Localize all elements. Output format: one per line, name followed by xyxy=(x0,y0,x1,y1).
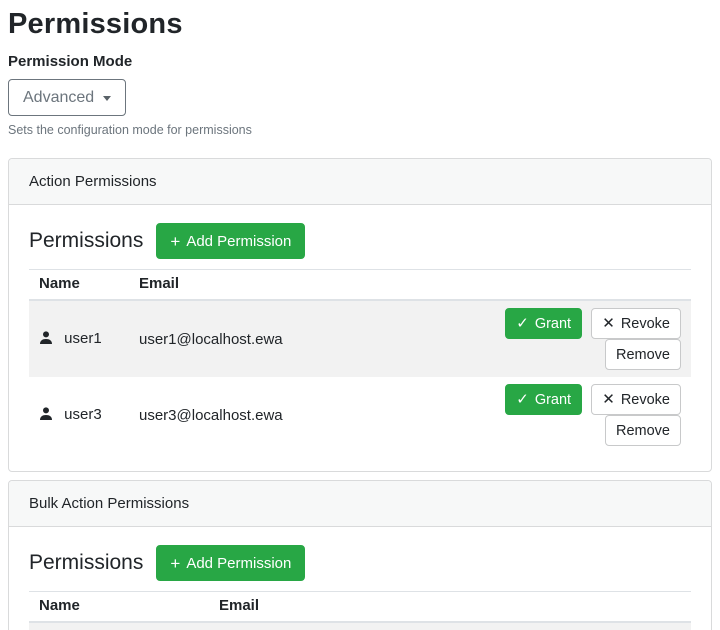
table-row: Test Group ✓Grant ✕Revoke Remove xyxy=(29,622,691,630)
permissions-page: Permissions Permission Mode Advanced Set… xyxy=(8,8,712,630)
grant-button[interactable]: ✓ Grant xyxy=(505,384,582,415)
column-header-name: Name xyxy=(29,270,129,301)
grant-label: Grant xyxy=(535,392,571,408)
remove-button[interactable]: Remove xyxy=(605,415,681,446)
page-title: Permissions xyxy=(8,8,712,41)
add-permission-button[interactable]: + Add Permission xyxy=(156,223,305,259)
user-icon xyxy=(39,331,53,349)
permission-mode-label: Permission Mode xyxy=(8,53,712,70)
remove-label: Remove xyxy=(616,423,670,439)
revoke-button[interactable]: ✕ Revoke xyxy=(591,384,681,415)
card-header: Bulk Action Permissions xyxy=(9,481,711,527)
grant-button[interactable]: ✓ Grant xyxy=(505,308,582,339)
table-row: user1 user1@localhost.ewa ✓ Grant ✕ Revoke… xyxy=(29,300,691,377)
x-icon: ✕ xyxy=(602,316,615,331)
row-email: user1@localhost.ewa xyxy=(129,300,451,377)
row-name: user3 xyxy=(64,406,102,423)
section-head: Permissions + Add Permission xyxy=(29,223,691,259)
bulk-action-permissions-card: Bulk Action Permissions Permissions + Ad… xyxy=(8,480,712,630)
section-head: Permissions + Add Permission xyxy=(29,545,691,581)
plus-icon: + xyxy=(170,233,180,250)
add-permission-label: Add Permission xyxy=(186,233,291,250)
remove-label: Remove xyxy=(616,347,670,363)
section-title: Permissions xyxy=(29,551,143,575)
row-email: user3@localhost.ewa xyxy=(129,377,451,453)
user-icon xyxy=(39,407,53,425)
plus-icon: + xyxy=(170,555,180,572)
add-permission-button[interactable]: + Add Permission xyxy=(156,545,305,581)
revoke-label: Revoke xyxy=(621,392,670,408)
permission-mode-dropdown[interactable]: Advanced xyxy=(8,79,126,116)
column-header-actions xyxy=(451,270,691,301)
permission-mode-value: Advanced xyxy=(23,89,94,107)
check-icon: ✓ xyxy=(516,392,529,407)
card-body: Permissions + Add Permission Name Email xyxy=(9,527,711,630)
column-header-email: Email xyxy=(209,592,451,623)
table-header-row: Name Email xyxy=(29,592,691,623)
revoke-label: Revoke xyxy=(621,316,670,332)
row-email xyxy=(209,622,451,630)
permission-mode-field: Permission Mode Advanced Sets the config… xyxy=(8,53,712,137)
card-body: Permissions + Add Permission Name Email xyxy=(9,205,711,471)
section-title: Permissions xyxy=(29,229,143,253)
caret-down-icon xyxy=(103,96,111,101)
row-name: user1 xyxy=(64,330,102,347)
permission-mode-help: Sets the configuration mode for permissi… xyxy=(8,123,712,137)
check-icon: ✓ xyxy=(516,316,529,331)
card-header: Action Permissions xyxy=(9,159,711,205)
action-permissions-card: Action Permissions Permissions + Add Per… xyxy=(8,158,712,472)
column-header-actions xyxy=(451,592,691,623)
action-permissions-table: Name Email user1 user1@localhost.ewa xyxy=(29,269,691,453)
table-row: user3 user3@localhost.ewa ✓ Grant ✕ Revoke… xyxy=(29,377,691,453)
bulk-action-permissions-table: Name Email Test Group xyxy=(29,591,691,630)
remove-button[interactable]: Remove xyxy=(605,339,681,370)
revoke-button[interactable]: ✕ Revoke xyxy=(591,308,681,339)
x-icon: ✕ xyxy=(602,392,615,407)
add-permission-label: Add Permission xyxy=(186,555,291,572)
grant-label: Grant xyxy=(535,316,571,332)
table-header-row: Name Email xyxy=(29,270,691,301)
column-header-name: Name xyxy=(29,592,209,623)
column-header-email: Email xyxy=(129,270,451,301)
